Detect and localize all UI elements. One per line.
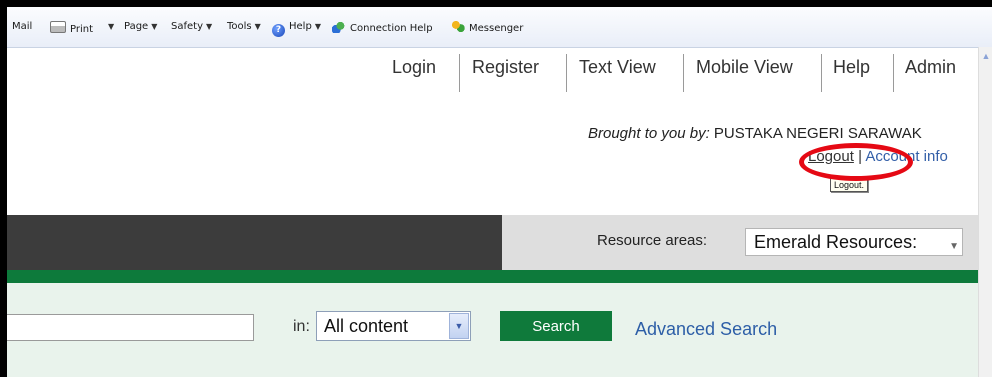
nav-login[interactable]: Login xyxy=(392,57,436,78)
vertical-scrollbar[interactable]: ▲ xyxy=(978,47,992,377)
nav-help[interactable]: Help xyxy=(833,57,870,78)
account-links: Logout | Account info xyxy=(808,148,948,165)
logout-tooltip: Logout. xyxy=(830,178,869,192)
green-divider xyxy=(7,270,978,283)
chevron-down-icon[interactable]: ▼ xyxy=(449,313,469,339)
content-scope-value: All content xyxy=(324,316,409,336)
chevron-down-icon: ▼ xyxy=(949,241,959,252)
nav-admin[interactable]: Admin xyxy=(905,57,956,78)
caret-down-icon: ▼ xyxy=(314,22,321,31)
messenger-icon xyxy=(451,21,465,34)
page-menu[interactable]: Page ▼ xyxy=(124,21,157,32)
printer-icon xyxy=(50,21,66,33)
window-border-left xyxy=(0,0,7,377)
nav-mobile-view[interactable]: Mobile View xyxy=(696,57,793,78)
caret-down-icon: ▼ xyxy=(151,22,158,31)
nav-separator xyxy=(459,54,460,92)
nav-separator xyxy=(893,54,894,92)
link-separator: | xyxy=(858,148,862,165)
brought-to-you-by: Brought to you by: PUSTAKA NEGERI SARAWA… xyxy=(588,125,922,142)
institution-name: PUSTAKA NEGERI SARAWAK xyxy=(713,125,922,142)
nav-separator xyxy=(566,54,567,92)
safety-menu[interactable]: Safety ▼ xyxy=(171,21,212,32)
search-button[interactable]: Search xyxy=(500,311,612,341)
nav-register[interactable]: Register xyxy=(472,57,539,78)
connection-help-label: Connection Help xyxy=(350,23,433,34)
print-label: Print xyxy=(70,24,94,35)
tools-menu[interactable]: Tools ▼ xyxy=(227,21,261,32)
help-label: Help xyxy=(289,21,312,32)
messenger-button[interactable]: Messenger xyxy=(451,21,523,34)
help-icon: ? xyxy=(272,24,285,37)
logout-link[interactable]: Logout xyxy=(808,148,854,165)
caret-down-icon: ▼ xyxy=(254,22,261,31)
browser-command-bar: Mail Print ▼ Page ▼ Safety ▼ Tools ▼ ? Help ▼… xyxy=(7,7,992,48)
nav-separator xyxy=(683,54,684,92)
print-button[interactable]: Print xyxy=(50,21,93,35)
safety-label: Safety xyxy=(171,21,203,32)
mail-label: Mail xyxy=(12,21,33,32)
resource-areas-value: Emerald Resources: xyxy=(754,232,918,252)
caret-down-icon: ▼ xyxy=(108,22,115,31)
content-scope-select[interactable]: All content ▼ xyxy=(316,311,471,341)
in-label: in: xyxy=(293,318,310,335)
nav-text-view[interactable]: Text View xyxy=(579,57,656,78)
print-dropdown[interactable]: ▼ xyxy=(105,21,114,32)
connection-icon xyxy=(332,21,346,33)
help-menu[interactable]: ? Help ▼ xyxy=(272,21,321,37)
resource-areas-label: Resource areas: xyxy=(597,232,708,249)
header-dark-band xyxy=(7,215,502,270)
advanced-search-link[interactable]: Advanced Search xyxy=(635,319,777,340)
tools-label: Tools xyxy=(227,21,252,32)
account-info-link[interactable]: Account info xyxy=(865,148,948,165)
caret-down-icon: ▼ xyxy=(206,22,213,31)
resource-areas-select[interactable]: Emerald Resources: ▼ xyxy=(745,228,963,256)
brought-prefix: Brought to you by: xyxy=(588,125,710,142)
nav-separator xyxy=(821,54,822,92)
scroll-up-icon[interactable]: ▲ xyxy=(981,51,991,61)
messenger-label: Messenger xyxy=(469,23,524,34)
connection-help-button[interactable]: Connection Help xyxy=(332,21,433,34)
search-input[interactable] xyxy=(7,314,254,341)
page-label: Page xyxy=(124,21,149,32)
mail-menu[interactable]: Mail xyxy=(12,21,32,32)
window-border-top xyxy=(0,0,992,7)
